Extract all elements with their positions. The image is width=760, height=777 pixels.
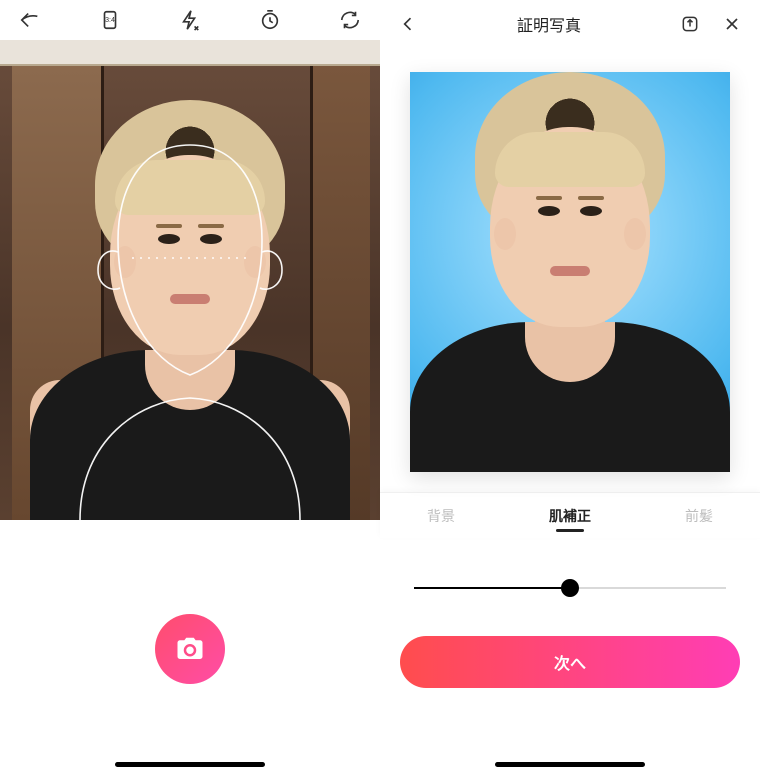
edit-tabs: 背景 肌補正 前髪 [380, 492, 760, 538]
capture-area [0, 520, 380, 777]
back-arrow-icon[interactable] [18, 8, 42, 32]
next-button[interactable]: 次へ [400, 636, 740, 688]
tab-background[interactable]: 背景 [419, 496, 463, 536]
timer-icon[interactable] [258, 8, 282, 32]
camera-flip-icon[interactable] [338, 8, 362, 32]
page-title: 証明写真 [517, 12, 581, 36]
capture-screen: 3:4 [0, 0, 380, 777]
edit-screen: 証明写真 背景 肌補正 前髪 [380, 0, 760, 777]
aspect-label: 3:4 [105, 17, 115, 24]
flash-off-icon[interactable] [178, 8, 202, 32]
tab-skin[interactable]: 肌補正 [541, 496, 599, 536]
home-indicator[interactable] [115, 762, 265, 767]
camera-viewfinder [0, 40, 380, 520]
tab-bangs[interactable]: 前髪 [677, 496, 721, 536]
home-indicator[interactable] [495, 762, 645, 767]
skin-correction-slider[interactable] [414, 578, 726, 598]
close-icon[interactable] [718, 10, 746, 38]
edit-header: 証明写真 [380, 0, 760, 48]
subject-preview [40, 110, 340, 520]
skin-slider-row [380, 538, 760, 608]
photo-preview-area [380, 48, 760, 482]
shutter-button[interactable] [155, 614, 225, 684]
capture-toolbar: 3:4 [0, 0, 380, 40]
id-photo-preview [410, 72, 730, 472]
chevron-left-icon[interactable] [394, 10, 422, 38]
share-icon[interactable] [676, 10, 704, 38]
aspect-3-4-icon[interactable]: 3:4 [98, 8, 122, 32]
